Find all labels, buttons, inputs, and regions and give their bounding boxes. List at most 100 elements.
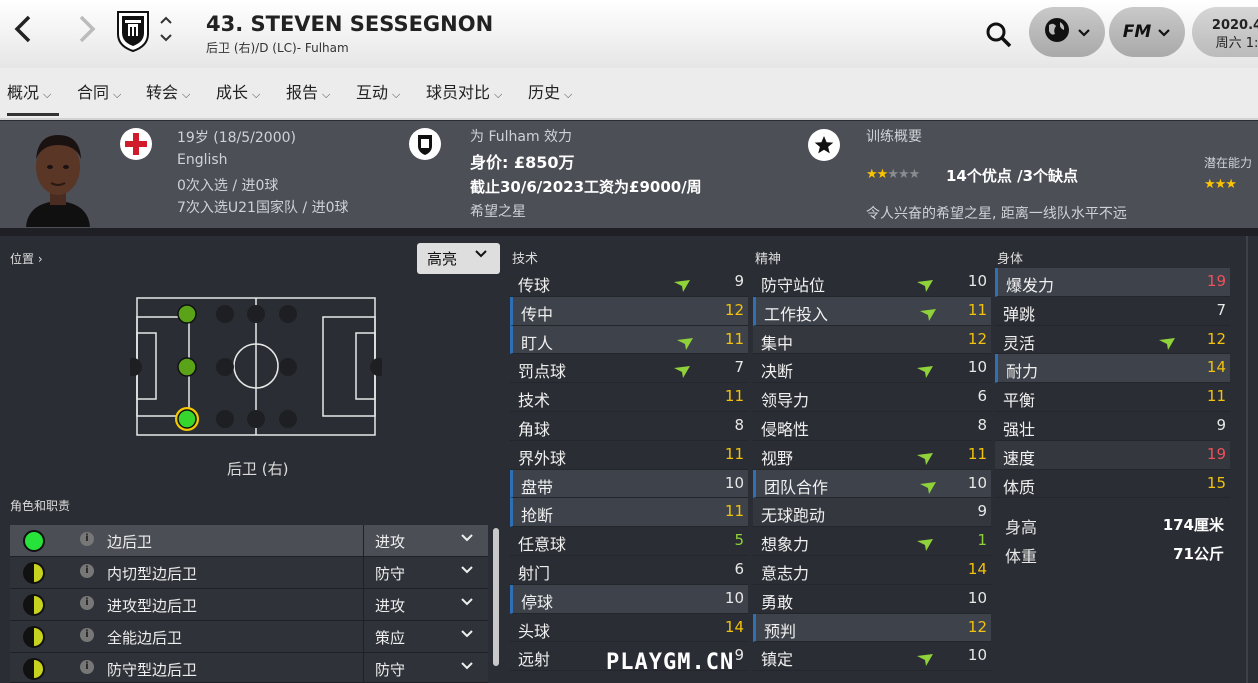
attribute-row[interactable]: 抢断 11 [510, 498, 748, 528]
club-crest-icon[interactable] [116, 10, 150, 53]
duty-value: 进攻 [375, 533, 406, 551]
attribute-row[interactable]: 集中 12 [753, 325, 991, 355]
roles-label: 角色和职责 [10, 499, 71, 513]
position-dot-dc [177, 357, 197, 377]
attribute-name: 视野 [761, 448, 794, 468]
attribute-row[interactable]: 工作投入 11 [753, 296, 991, 326]
attribute-row[interactable]: 预判 12 [753, 613, 991, 643]
attribute-name: 传中 [521, 304, 554, 324]
search-icon[interactable] [984, 20, 1014, 50]
info-icon[interactable]: i [80, 596, 94, 610]
role-row[interactable]: i 边后卫 进攻 [10, 525, 488, 557]
attribute-value: 11 [724, 444, 744, 463]
attribute-row[interactable]: 技术 11 [510, 383, 748, 412]
duty-select[interactable]: 策应 [363, 621, 488, 653]
info-icon[interactable]: i [80, 628, 94, 642]
highlight-select[interactable]: 高亮 [417, 243, 500, 274]
chevron-down-icon [460, 660, 474, 674]
attribute-row[interactable]: 速度 19 [995, 440, 1230, 470]
attribute-row[interactable]: 团队合作 10 [753, 469, 991, 499]
role-rating-icon [23, 530, 45, 552]
attribute-row[interactable]: 平衡 11 [995, 383, 1230, 412]
player-switch-icon[interactable] [159, 14, 173, 47]
info-icon[interactable]: i [80, 660, 94, 674]
duty-select[interactable]: 进攻 [363, 589, 488, 621]
attribute-name: 弹跳 [1003, 304, 1036, 324]
attribute-row[interactable]: 强壮 9 [995, 412, 1230, 441]
duty-select[interactable]: 进攻 [363, 525, 488, 557]
forward-arrow-icon[interactable] [76, 14, 98, 52]
role-row[interactable]: i 进攻型边后卫 进攻 [10, 589, 488, 621]
position-dot-dr [177, 409, 197, 429]
role-row[interactable]: i 全能边后卫 策应 [10, 621, 488, 653]
weight-value: 71公斤 [1173, 545, 1224, 563]
tab-compare[interactable]: 球员对比 ⌵ [426, 79, 502, 103]
duty-select[interactable]: 防守 [363, 653, 488, 682]
back-arrow-icon[interactable] [12, 14, 34, 52]
attribute-row[interactable]: 意志力 14 [753, 556, 991, 585]
attribute-row[interactable]: 盘带 10 [510, 469, 748, 499]
player-position-club[interactable]: 后卫 (右)/D (LC)- Fulham [206, 39, 349, 56]
height-label: 身高 [1005, 518, 1038, 537]
attribute-row[interactable]: 体质 15 [995, 470, 1230, 499]
tab-overview[interactable]: 概况 ⌵ [7, 79, 60, 116]
attribute-row[interactable]: 勇敢 10 [753, 585, 991, 614]
player-photo [20, 123, 96, 227]
tab-interaction[interactable]: 互动 ⌵ [356, 79, 400, 103]
attribute-value: 11 [967, 300, 987, 319]
player-value: 身价: £850万 [470, 153, 575, 172]
chevron-down-icon [474, 248, 488, 262]
player-nationality[interactable]: English [177, 152, 228, 168]
attribute-row[interactable]: 无球跑动 9 [753, 498, 991, 528]
world-menu-button[interactable] [1029, 7, 1105, 57]
info-icon[interactable]: i [80, 532, 94, 546]
fm-menu-button[interactable]: FM [1109, 7, 1185, 57]
attribute-row[interactable]: 领导力 6 [753, 383, 991, 412]
attribute-name: 团队合作 [764, 477, 829, 497]
attribute-row[interactable]: 爆发力 19 [995, 268, 1230, 297]
attribute-row[interactable]: 头球 14 [510, 614, 748, 643]
attribute-row[interactable]: 侵略性 8 [753, 412, 991, 441]
traits-summary[interactable]: 14个优点 /3个缺点 [946, 165, 1078, 186]
attribute-name: 无球跑动 [761, 506, 826, 526]
weight-row: 体重 71公斤 [995, 537, 1230, 566]
tab-reports[interactable]: 报告 ⌵ [286, 79, 330, 103]
position-section-link[interactable]: 位置 › [10, 250, 43, 267]
attribute-row[interactable]: 灵活 12 [995, 326, 1230, 355]
info-icon[interactable]: i [80, 564, 94, 578]
attribute-value: 10 [967, 473, 987, 492]
attribute-row[interactable]: 视野 11 [753, 441, 991, 470]
attribute-row[interactable]: 想象力 1 [753, 527, 991, 556]
player-name: 43. STEVEN SESSEGNON [206, 12, 494, 36]
attribute-row[interactable]: 界外球 11 [510, 441, 748, 470]
tab-transfer[interactable]: 转会 ⌵ [146, 79, 190, 103]
attribute-row[interactable]: 罚点球 7 [510, 354, 748, 384]
tab-label: 合同 [77, 83, 110, 102]
attribute-row[interactable]: 传球 9 [510, 268, 748, 297]
attribute-row[interactable]: 耐力 14 [995, 354, 1230, 384]
attribute-row[interactable]: 弹跳 7 [995, 297, 1230, 326]
attribute-row[interactable]: 停球 10 [510, 584, 748, 614]
role-row[interactable]: i 内切型边后卫 防守 [10, 557, 488, 589]
physical-measurements: 身高 174厘米 体重 71公斤 [995, 508, 1230, 566]
chevron-down-icon [460, 596, 474, 610]
attribute-row[interactable]: 决断 10 [753, 354, 991, 384]
attribute-row[interactable]: 镇定 10 [753, 642, 991, 672]
tab-history[interactable]: 历史 ⌵ [528, 79, 572, 103]
role-name: 防守型边后卫 [107, 661, 198, 679]
attribute-row[interactable]: 传中 12 [510, 296, 748, 326]
attribute-row[interactable]: 任意球 5 [510, 527, 748, 556]
tab-contract[interactable]: 合同 ⌵ [77, 79, 121, 103]
attribute-row[interactable]: 防守站位 10 [753, 268, 991, 297]
attribute-row[interactable]: 射门 6 [510, 556, 748, 585]
club-crest-icon[interactable] [409, 128, 441, 160]
attribute-row[interactable]: 角球 8 [510, 412, 748, 441]
attribute-row[interactable]: 盯人 11 [510, 325, 748, 355]
key-attribute-arrow-icon [674, 277, 690, 292]
duty-select[interactable]: 防守 [363, 557, 488, 589]
roles-scrollbar[interactable] [493, 528, 499, 666]
date-display[interactable]: 2020.4 周六 1: [1192, 7, 1258, 57]
role-row[interactable]: i 防守型边后卫 防守 [10, 653, 488, 683]
tab-development[interactable]: 成长 ⌵ [216, 79, 260, 103]
potential-label: 潜在能力 [1204, 156, 1253, 170]
